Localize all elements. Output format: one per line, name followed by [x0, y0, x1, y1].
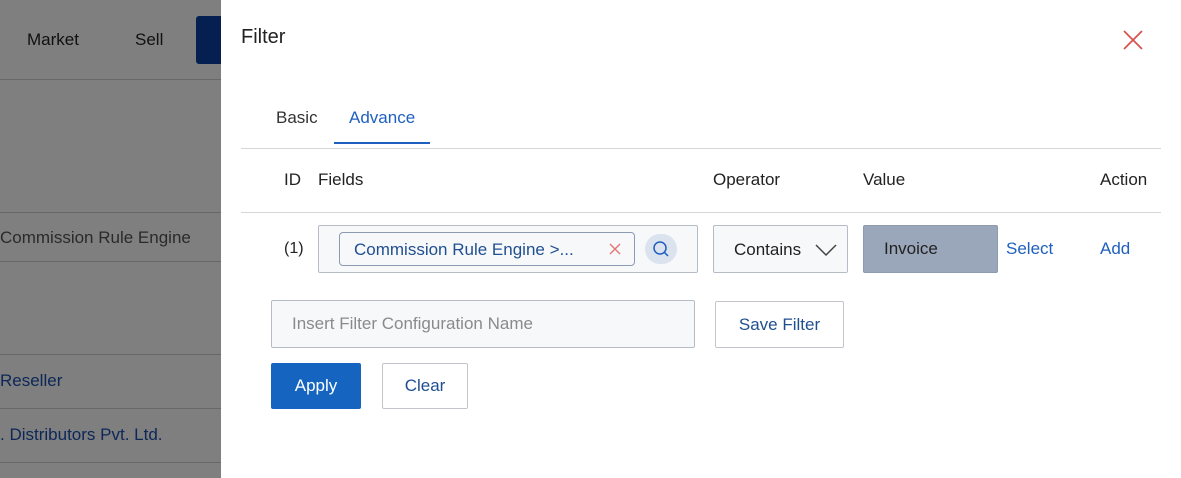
value-text: Invoice: [884, 239, 938, 258]
filter-tabs: Basic Advance: [241, 100, 1161, 149]
operator-value: Contains: [734, 240, 802, 259]
column-header-id: ID: [284, 170, 301, 189]
filter-row: (1) Commission Rule Engine >... Contains…: [241, 213, 1161, 288]
operator-select[interactable]: Contains: [713, 225, 848, 273]
column-header-operator: Operator: [713, 170, 781, 189]
column-header-value: Value: [863, 170, 906, 189]
remove-icon[interactable]: [608, 242, 622, 256]
filter-drawer: Filter Basic Advance ID Fields Operator …: [221, 0, 1181, 478]
close-icon[interactable]: [1121, 28, 1145, 52]
column-header-action: Action: [1100, 170, 1148, 189]
search-icon[interactable]: [645, 234, 677, 264]
column-header-fields: Fields: [318, 170, 364, 189]
select-link[interactable]: Select: [1006, 239, 1053, 259]
chevron-down-icon: [814, 238, 838, 262]
value-field[interactable]: Invoice: [863, 225, 998, 273]
table-header: ID Fields Operator Value Action: [241, 149, 1161, 213]
row-id: (1): [284, 240, 304, 257]
tab-basic[interactable]: Basic: [276, 108, 318, 142]
fields-input[interactable]: Commission Rule Engine >...: [318, 225, 698, 273]
field-chip-label: Commission Rule Engine >...: [354, 240, 574, 259]
field-chip: Commission Rule Engine >...: [339, 232, 635, 266]
tab-advance[interactable]: Advance: [334, 108, 431, 144]
clear-button[interactable]: Clear: [382, 363, 468, 409]
filter-config-name-input[interactable]: [271, 300, 695, 348]
apply-button[interactable]: Apply: [271, 363, 361, 409]
drawer-title: Filter: [241, 26, 286, 48]
add-link[interactable]: Add: [1100, 239, 1130, 259]
save-filter-button[interactable]: Save Filter: [715, 301, 844, 348]
